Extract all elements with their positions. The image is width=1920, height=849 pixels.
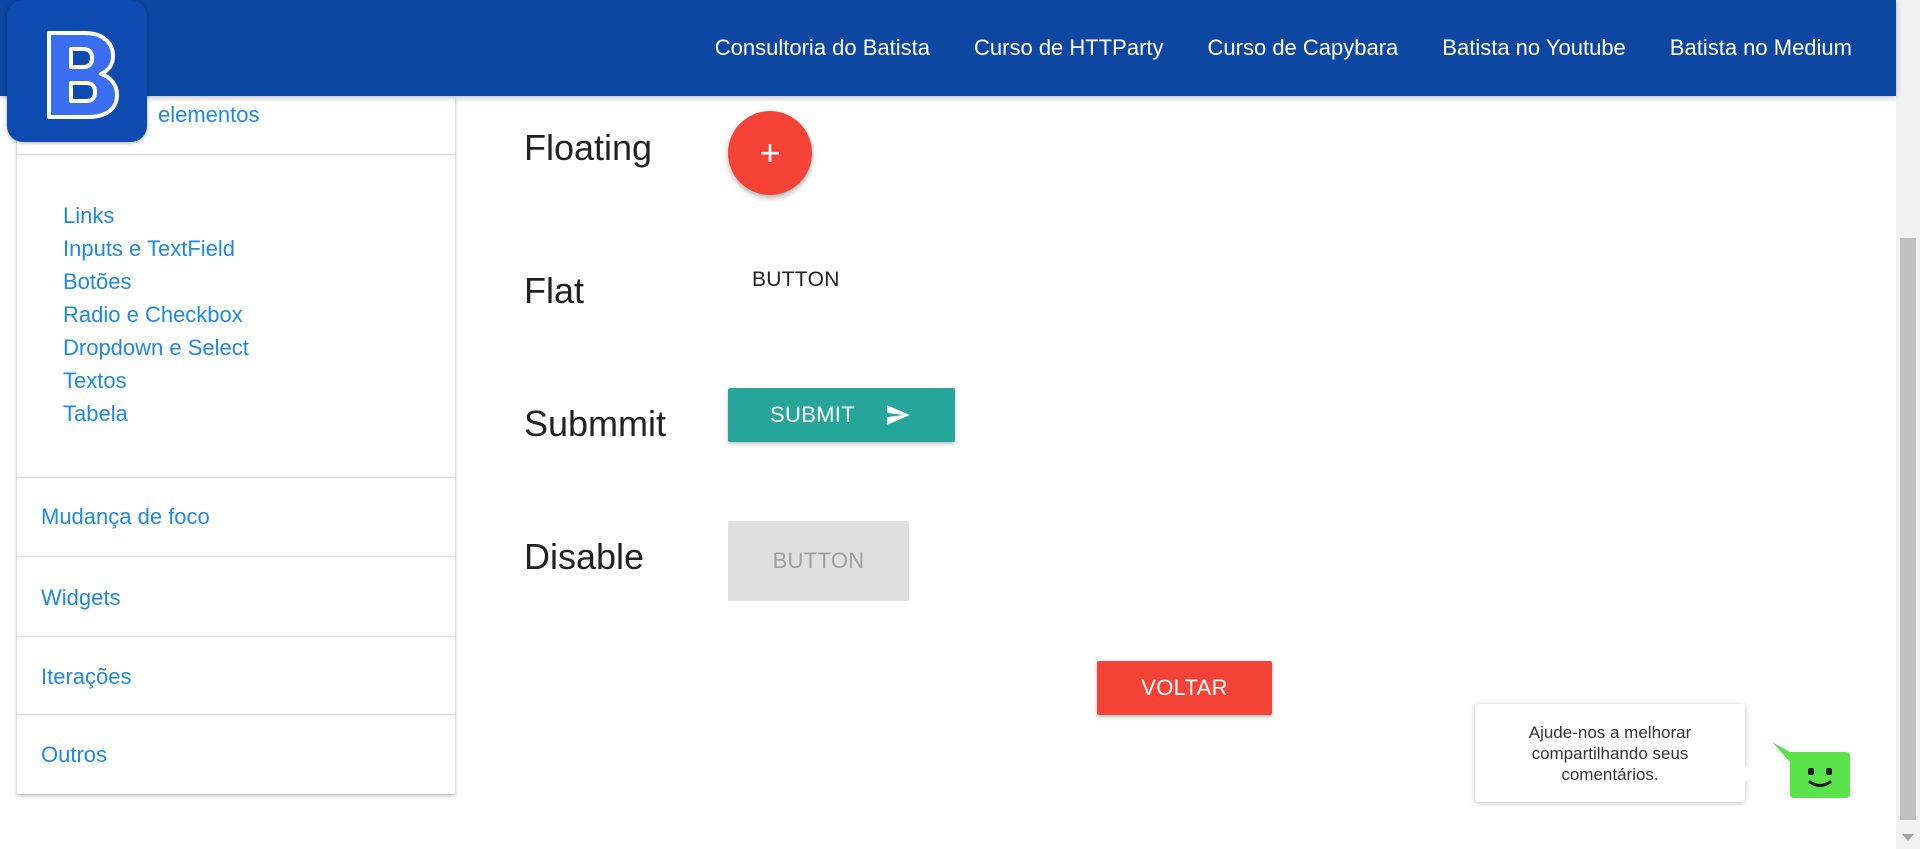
sidebar-item-tabela[interactable]: Tabela (63, 397, 249, 430)
sidebar-category-outros[interactable]: Outros (17, 715, 455, 794)
sidebar-category-label: Mudança de foco (41, 504, 210, 529)
sidebar-item-textos[interactable]: Textos (63, 364, 249, 397)
nav-link-medium[interactable]: Batista no Medium (1648, 0, 1874, 96)
plus-icon: + (759, 132, 781, 173)
feedback-message: Ajude-nos a melhorar compartilhando seus… (1528, 722, 1692, 784)
flat-label: Flat (524, 270, 585, 311)
feedback-widget-button[interactable] (1772, 742, 1852, 800)
flat-button[interactable]: BUTTON (752, 262, 840, 298)
floating-label: Floating (524, 127, 653, 168)
feedback-tooltip[interactable]: Ajude-nos a melhorar compartilhando seus… (1475, 704, 1755, 802)
sidebar-category-label: Outros (41, 742, 108, 767)
top-nav-links: Consultoria do Batista Curso de HTTParty… (693, 0, 1874, 96)
disabled-button: BUTTON (728, 521, 909, 601)
floating-add-button[interactable]: + (728, 111, 812, 195)
sidebar-item-radio-checkbox[interactable]: Radio e Checkbox (63, 298, 249, 331)
nav-link-curso-capybara[interactable]: Curso de Capybara (1186, 0, 1421, 96)
sidebar-category-mudanca-foco[interactable]: Mudança de foco (17, 478, 455, 557)
nav-link-curso-httparty[interactable]: Curso de HTTParty (952, 0, 1186, 96)
logo-b-icon (47, 31, 119, 119)
send-icon (887, 405, 910, 425)
nav-link-consultoria[interactable]: Consultoria do Batista (693, 0, 952, 96)
sidebar-item-inputs[interactable]: Inputs e TextField (63, 232, 249, 265)
sidebar-item-links[interactable]: Links (63, 199, 249, 232)
sidebar-category-label: elementos (158, 102, 260, 127)
submit-label: Submmit (524, 403, 667, 444)
top-navbar: Consultoria do Batista Curso de HTTParty… (0, 0, 1896, 96)
sidebar-submenu: Links Inputs e TextField Botões Radio e … (17, 155, 455, 478)
sidebar-category-iteracoes[interactable]: Iterações (17, 637, 455, 715)
sidebar-item-dropdown-select[interactable]: Dropdown e Select (63, 331, 249, 364)
disable-label: Disable (524, 536, 645, 577)
page-scrollbar[interactable] (1896, 0, 1920, 849)
scroll-down-arrow-icon[interactable] (1902, 834, 1914, 841)
site-logo[interactable] (7, 0, 147, 142)
back-button[interactable]: VOLTAR (1097, 661, 1272, 715)
submit-button-label: SUBMIT (770, 402, 855, 427)
sidebar-category-label: Widgets (41, 585, 121, 610)
sidebar-menu: elementos Links Inputs e TextField Botõe… (17, 96, 455, 794)
nav-link-youtube[interactable]: Batista no Youtube (1420, 0, 1648, 96)
sidebar-category-label: Iterações (41, 664, 132, 689)
sidebar-item-botoes[interactable]: Botões (63, 265, 249, 298)
scrollbar-thumb[interactable] (1900, 238, 1916, 820)
sidebar-category-widgets[interactable]: Widgets (17, 557, 455, 637)
submit-button[interactable]: SUBMIT (728, 388, 955, 442)
smiley-chat-icon (1772, 742, 1850, 798)
